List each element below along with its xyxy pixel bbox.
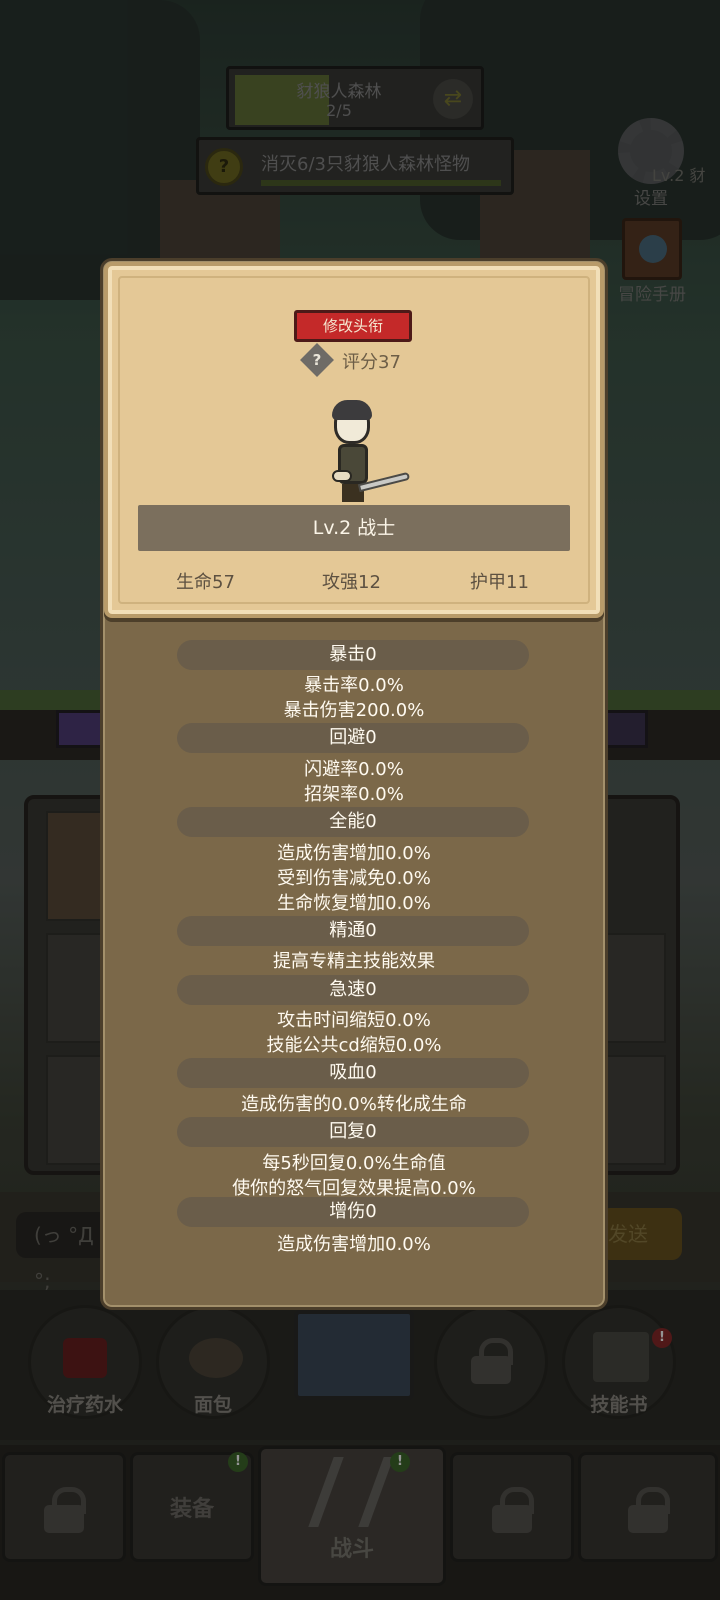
attr-line: 生命恢复增加0.0% bbox=[277, 893, 431, 914]
edit-title-button[interactable]: 修改头衔 bbox=[294, 310, 412, 342]
attr-line: 技能公共cd缩短0.0% bbox=[266, 1035, 442, 1056]
avatar-hair bbox=[332, 400, 372, 420]
avatar-arm bbox=[332, 470, 352, 482]
score-label: 评分37 bbox=[342, 352, 401, 373]
attr-line: 造成伤害增加0.0% bbox=[277, 843, 431, 864]
attr-crit-header: 暴击0 bbox=[177, 640, 529, 670]
attr-line: 攻击时间缩短0.0% bbox=[277, 1010, 431, 1031]
attr-recovery-header: 回复0 bbox=[177, 1117, 529, 1147]
class-level-bar: Lv.2 战士 bbox=[138, 505, 570, 551]
hp-stat: 生命57 bbox=[176, 572, 235, 593]
attr-versatility-header: 全能0 bbox=[177, 807, 529, 837]
attr-line: 每5秒回复0.0%生命值 bbox=[262, 1153, 446, 1174]
attr-haste-header: 急速0 bbox=[177, 975, 529, 1005]
attr-line: 暴击伤害200.0% bbox=[283, 700, 425, 721]
attr-line: 招架率0.0% bbox=[304, 784, 404, 805]
attr-line: 提高专精主技能效果 bbox=[273, 951, 435, 972]
warrior-avatar bbox=[318, 400, 411, 508]
attr-line: 造成伤害的0.0%转化成生命 bbox=[241, 1094, 467, 1115]
armor-stat: 护甲11 bbox=[470, 572, 529, 593]
attr-mastery-header: 精通0 bbox=[177, 916, 529, 946]
help-icon-glyph: ? bbox=[312, 351, 322, 369]
attr-line: 受到伤害减免0.0% bbox=[277, 868, 431, 889]
attr-line: 闪避率0.0% bbox=[304, 759, 404, 780]
attack-power-stat: 攻强12 bbox=[322, 572, 381, 593]
attr-lifesteal-header: 吸血0 bbox=[177, 1058, 529, 1088]
attr-line: 暴击率0.0% bbox=[304, 675, 404, 696]
attr-evasion-header: 回避0 bbox=[177, 723, 529, 753]
attr-line: 造成伤害增加0.0% bbox=[277, 1234, 431, 1255]
attr-damage-bonus-header: 增伤0 bbox=[177, 1197, 529, 1227]
